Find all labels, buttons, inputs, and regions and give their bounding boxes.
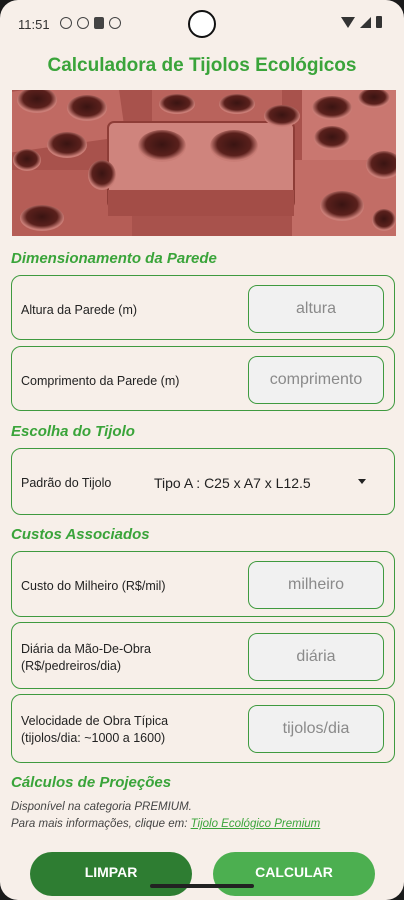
wall-length-label: Comprimento da Parede (m): [21, 374, 180, 388]
wall-length-card: Comprimento da Parede (m) comprimento: [11, 346, 395, 411]
work-speed-label: Velocidade de Obra Típica (tijolos/dia: …: [21, 713, 168, 747]
battery-icon: [376, 16, 382, 28]
daily-labor-label-line1: Diária da Mão-De-Obra: [21, 642, 151, 656]
daily-labor-label: Diária da Mão-De-Obra (R$/pedreiros/dia): [21, 641, 151, 675]
notification-icons: [60, 17, 121, 29]
brick-type-label: Padrão do Tijolo: [21, 476, 112, 490]
section-projections-title: Cálculos de Projeções: [11, 774, 172, 791]
dropdown-arrow-icon[interactable]: [358, 479, 366, 484]
wall-height-card: Altura da Parede (m) altura: [11, 275, 395, 340]
app-notification-icon: [109, 17, 121, 29]
brick-type-card[interactable]: Padrão do Tijolo Tipo A : C25 x A7 x L12…: [11, 448, 395, 515]
gesture-nav-bar[interactable]: [150, 884, 254, 888]
hero-image: [12, 90, 396, 236]
wifi-icon: [341, 16, 355, 28]
sim-icon: [94, 17, 104, 29]
section-brick-title: Escolha do Tijolo: [11, 423, 135, 440]
section-costs-title: Custos Associados: [11, 526, 150, 543]
system-icons: [341, 16, 382, 28]
thousand-cost-input[interactable]: milheiro: [248, 561, 384, 609]
app-screen: 11:51 Calculadora de Tijolos Ecológicos: [0, 0, 404, 900]
thousand-cost-label: Custo do Milheiro (R$/mil): [21, 579, 166, 593]
status-bar: 11:51: [0, 0, 404, 48]
premium-note-line1: Disponível na categoria PREMIUM.: [11, 801, 192, 813]
brick-type-select[interactable]: Tipo A : C25 x A7 x L12.5: [154, 475, 311, 491]
wall-length-input[interactable]: comprimento: [248, 356, 384, 404]
premium-note-line2: Para mais informações, clique em: Tijolo…: [11, 818, 320, 830]
premium-link[interactable]: Tijolo Ecológico Premium: [191, 818, 321, 830]
shield-icon: [77, 17, 89, 29]
daily-labor-label-line2: (R$/pedreiros/dia): [21, 659, 122, 673]
bricks-illustration: [12, 90, 396, 236]
daily-labor-card: Diária da Mão-De-Obra (R$/pedreiros/dia)…: [11, 622, 395, 689]
work-speed-card: Velocidade de Obra Típica (tijolos/dia: …: [11, 694, 395, 763]
wall-height-label: Altura da Parede (m): [21, 303, 138, 317]
notification-icon: [60, 17, 72, 29]
calculate-button[interactable]: CALCULAR: [213, 852, 375, 896]
app-title: Calculadora de Tijolos Ecológicos: [47, 55, 357, 76]
status-time: 11:51: [18, 17, 50, 32]
work-speed-label-line1: Velocidade de Obra Típica: [21, 714, 169, 728]
premium-note-text: Para mais informações, clique em:: [11, 818, 188, 830]
daily-labor-input[interactable]: diária: [248, 633, 384, 681]
work-speed-input[interactable]: tijolos/dia: [248, 705, 384, 753]
work-speed-label-line2: (tijolos/dia: ~1000 a 1600): [21, 731, 166, 745]
wall-height-input[interactable]: altura: [248, 285, 384, 333]
clear-button[interactable]: LIMPAR: [30, 852, 192, 896]
camera-cutout: [188, 10, 216, 38]
section-wall-title: Dimensionamento da Parede: [11, 250, 217, 267]
thousand-cost-card: Custo do Milheiro (R$/mil) milheiro: [11, 551, 395, 617]
signal-icon: [360, 16, 371, 28]
